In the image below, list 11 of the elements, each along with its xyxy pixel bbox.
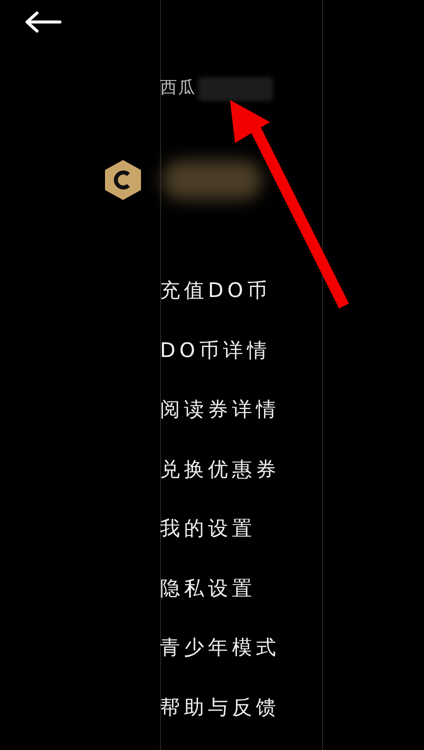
user-name: 西瓜 xyxy=(160,77,196,100)
menu-item[interactable]: DO币详情 xyxy=(160,338,424,397)
menu-item[interactable]: 帮助与反馈 xyxy=(160,694,424,750)
menu-item[interactable]: 兑换优惠券 xyxy=(160,456,424,516)
menu-item[interactable]: 充值DO币 xyxy=(160,278,424,338)
menu-item[interactable]: 青少年模式 xyxy=(160,635,424,694)
menu-item[interactable]: 阅读券详情 xyxy=(160,397,424,456)
menu-item[interactable]: 隐私设置 xyxy=(160,576,424,635)
back-arrow-icon[interactable] xyxy=(24,10,62,34)
coin-icon xyxy=(104,159,142,201)
menu-item[interactable]: 我的设置 xyxy=(160,516,424,576)
